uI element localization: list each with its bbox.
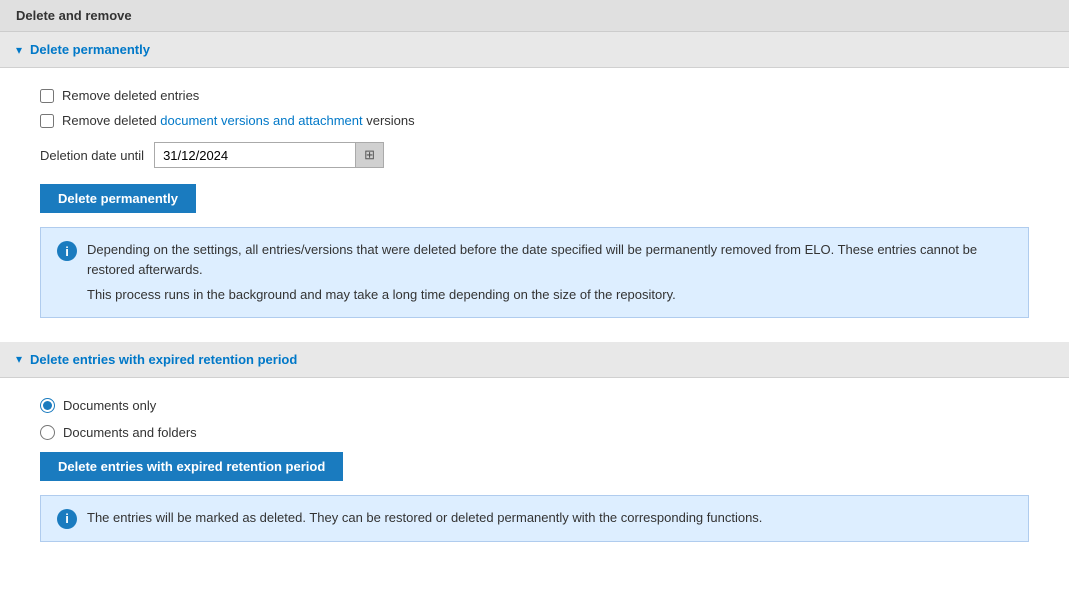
section1-info-line1: Depending on the settings, all entries/v… xyxy=(87,240,1012,279)
info-icon-2: i xyxy=(57,509,77,529)
checkbox-remove-deleted-row: Remove deleted entries xyxy=(40,88,1029,103)
delete-expired-retention-button[interactable]: Delete entries with expired retention pe… xyxy=(40,452,343,481)
remove-deleted-entries-checkbox[interactable] xyxy=(40,89,54,103)
section2-content: Documents only Documents and folders Del… xyxy=(0,378,1069,566)
radio-documents-only-row: Documents only xyxy=(40,398,1029,413)
remove-versions-label: Remove deleted document versions and att… xyxy=(62,113,415,128)
section1-info-text: Depending on the settings, all entries/v… xyxy=(87,240,1012,305)
documents-and-folders-label: Documents and folders xyxy=(63,425,197,440)
section1-title: Delete permanently xyxy=(30,42,150,57)
section2-info-text: The entries will be marked as deleted. T… xyxy=(87,508,762,528)
section1-chevron-icon: ▾ xyxy=(16,43,22,57)
date-picker-button[interactable]: ⊞ xyxy=(355,143,383,167)
documents-only-label: Documents only xyxy=(63,398,156,413)
section2-info-box: i The entries will be marked as deleted.… xyxy=(40,495,1029,542)
remove-versions-label-after: versions xyxy=(363,113,415,128)
section2-chevron-icon: ▾ xyxy=(16,352,22,366)
section2-header[interactable]: ▾ Delete entries with expired retention … xyxy=(0,342,1069,378)
remove-versions-label-before: Remove deleted xyxy=(62,113,160,128)
remove-deleted-entries-label: Remove deleted entries xyxy=(62,88,199,103)
info-icon: i xyxy=(57,241,77,261)
deletion-date-input[interactable] xyxy=(155,144,355,167)
radio-documents-folders-row: Documents and folders xyxy=(40,425,1029,440)
deletion-date-label: Deletion date until xyxy=(40,148,144,163)
delete-permanently-button[interactable]: Delete permanently xyxy=(40,184,196,213)
section1-info-box: i Depending on the settings, all entries… xyxy=(40,227,1029,318)
section2-title: Delete entries with expired retention pe… xyxy=(30,352,297,367)
page-title: Delete and remove xyxy=(0,0,1069,32)
section1-content: Remove deleted entries Remove deleted do… xyxy=(0,68,1069,342)
section1-header[interactable]: ▾ Delete permanently xyxy=(0,32,1069,68)
checkbox-remove-versions-row: Remove deleted document versions and att… xyxy=(40,113,1029,128)
document-versions-link[interactable]: document versions and attachment xyxy=(160,113,362,128)
calendar-icon: ⊞ xyxy=(364,147,375,163)
date-row: Deletion date until ⊞ xyxy=(40,142,1029,168)
section1-info-line2: This process runs in the background and … xyxy=(87,285,1012,305)
date-input-wrapper: ⊞ xyxy=(154,142,384,168)
documents-and-folders-radio[interactable] xyxy=(40,425,55,440)
documents-only-radio[interactable] xyxy=(40,398,55,413)
remove-document-versions-checkbox[interactable] xyxy=(40,114,54,128)
